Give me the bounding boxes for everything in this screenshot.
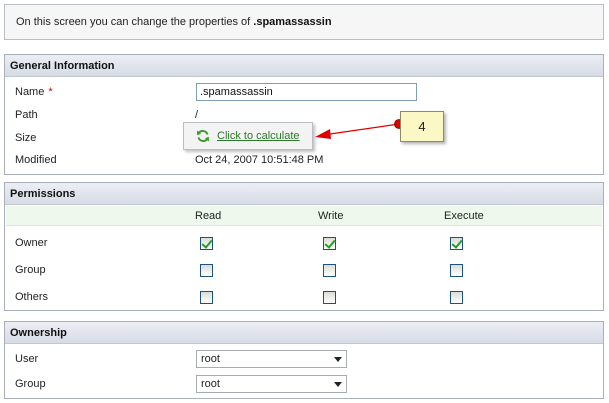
callout-number-box: 4 — [400, 111, 444, 142]
callout-number: 4 — [418, 119, 426, 134]
callout-arrow — [315, 119, 404, 139]
